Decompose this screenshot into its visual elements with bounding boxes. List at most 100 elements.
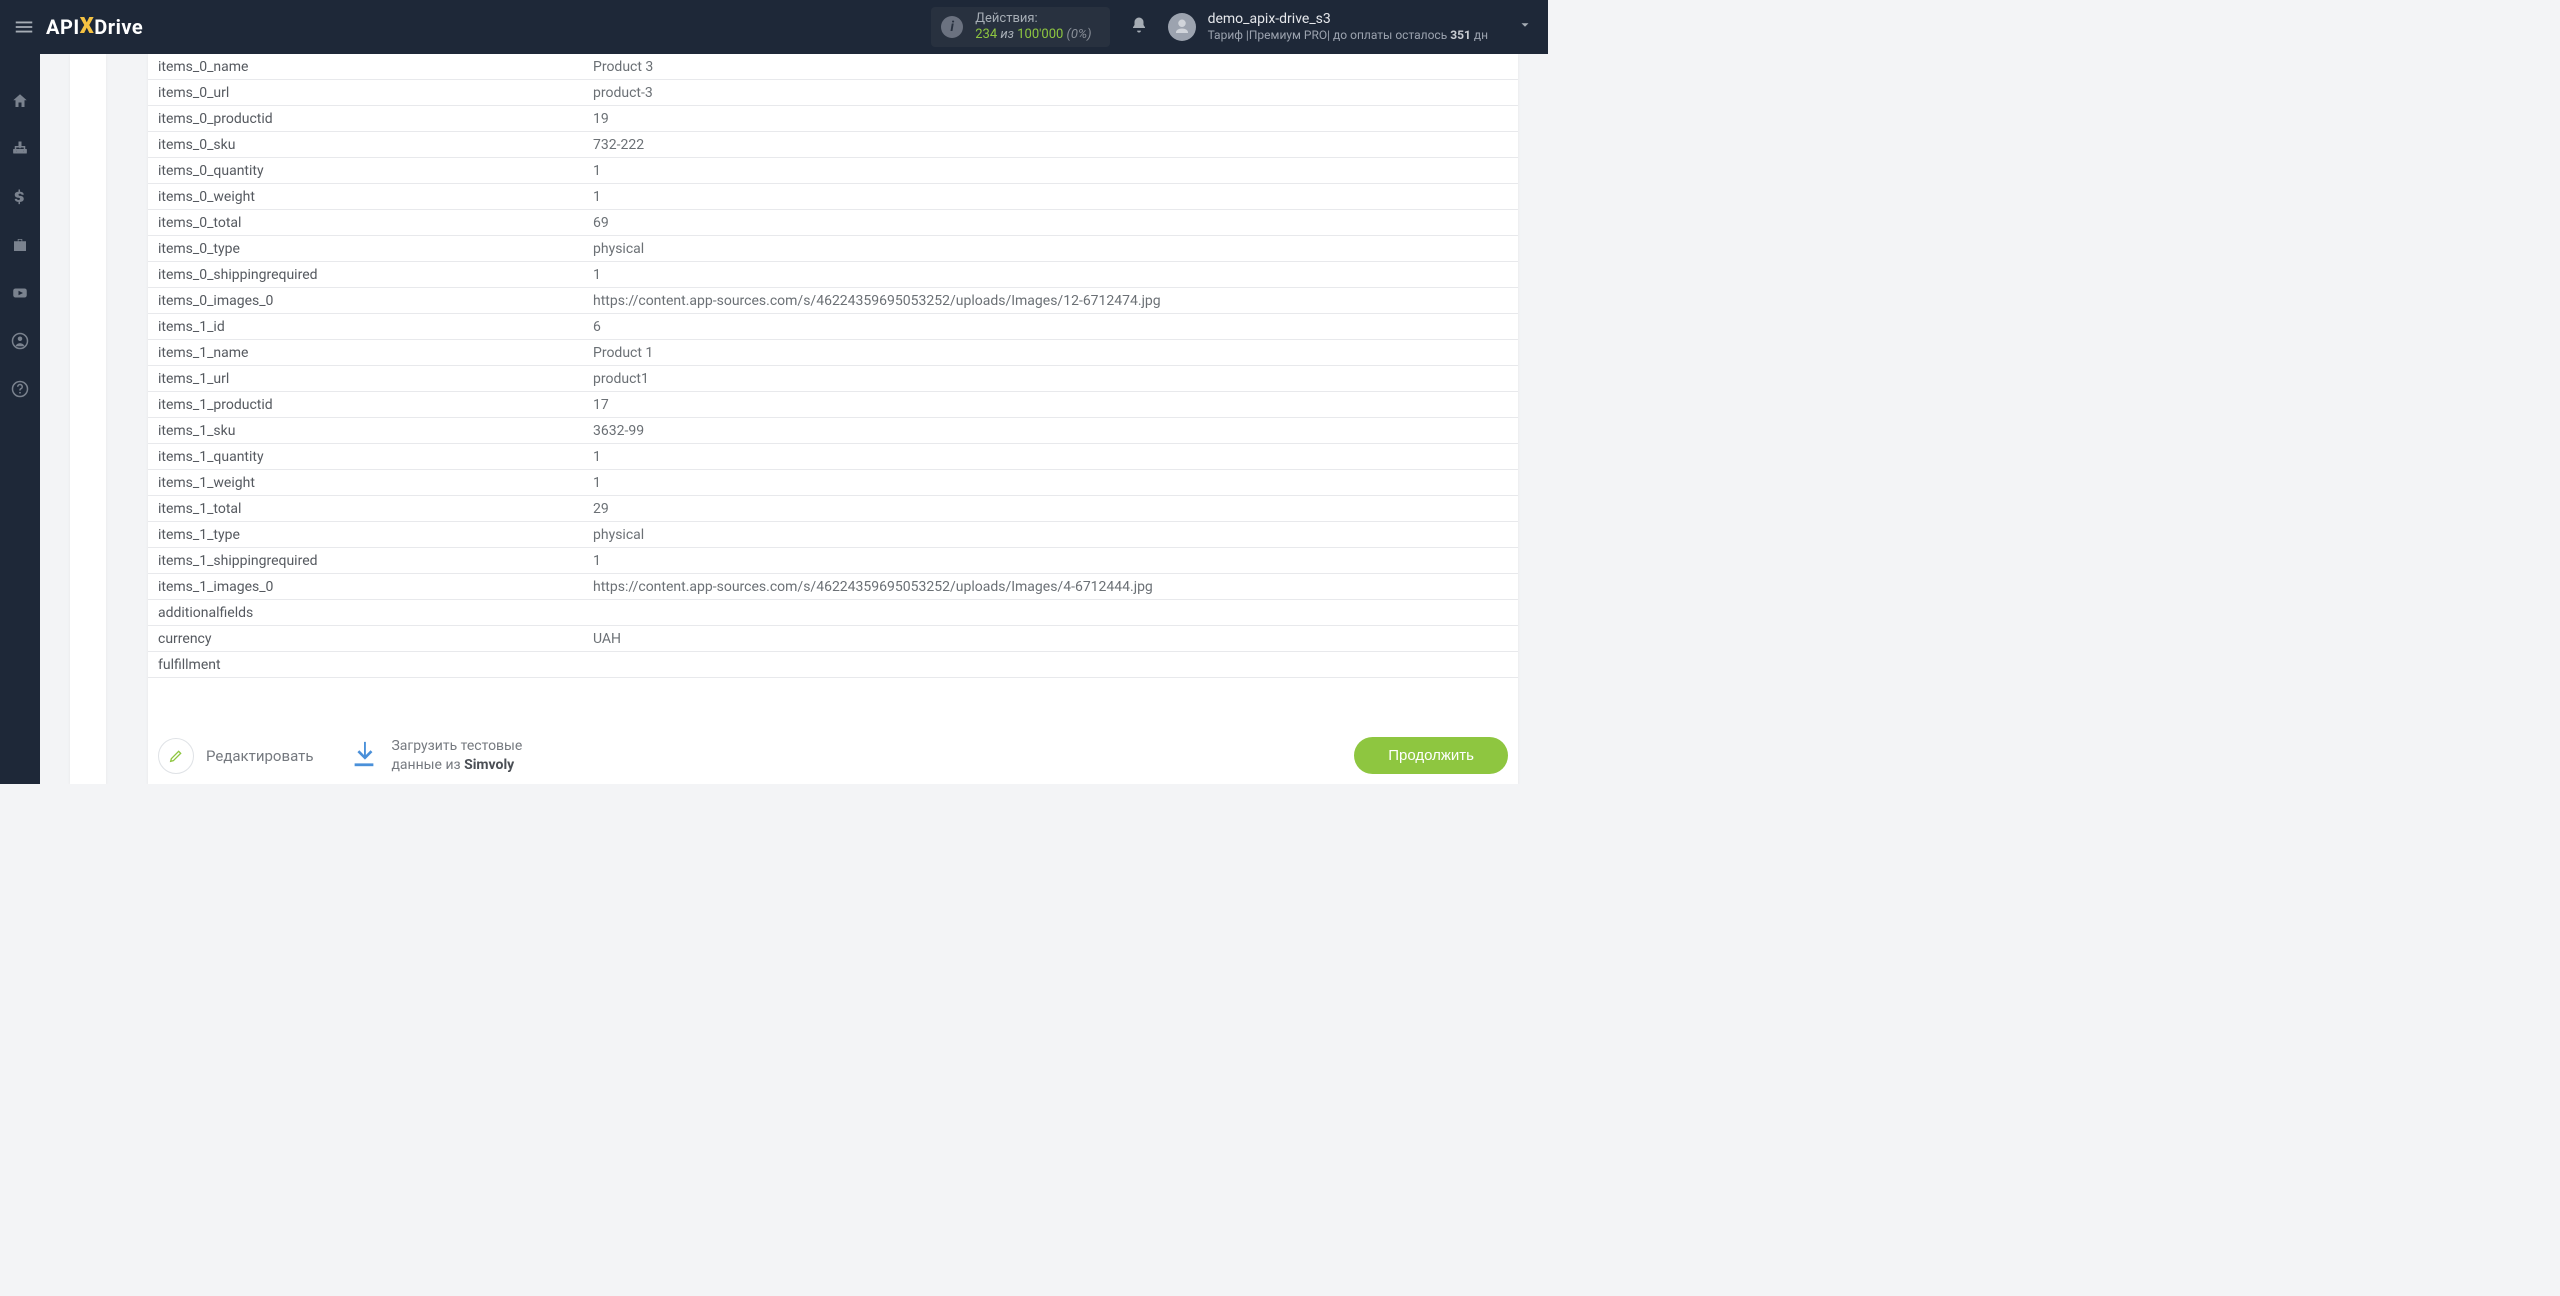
row-value: 29 [583, 497, 1518, 521]
table-row: items_0_sku732-222 [148, 132, 1518, 158]
row-key: items_0_shippingrequired [148, 263, 583, 287]
bell-icon [1130, 15, 1148, 35]
info-icon: i [941, 16, 963, 38]
table-row: items_0_productid19 [148, 106, 1518, 132]
footer-actions: Редактировать Загрузить тестовые [148, 719, 1518, 784]
row-value: Product 1 [583, 341, 1518, 365]
table-row: items_1_total29 [148, 496, 1518, 522]
user-circle-icon [11, 332, 29, 350]
row-value: 1 [583, 549, 1518, 573]
load-text: Загрузить тестовые данные из Simvoly [391, 737, 522, 773]
row-value: 732-222 [583, 133, 1518, 157]
logo-x: X [80, 14, 95, 39]
row-value: 69 [583, 211, 1518, 235]
row-value: product-3 [583, 81, 1518, 105]
row-value: https://content.app-sources.com/s/462243… [583, 575, 1518, 599]
sidebar-item-briefcase[interactable] [0, 232, 40, 258]
row-value: product1 [583, 367, 1518, 391]
table-row: items_1_sku3632-99 [148, 418, 1518, 444]
sidebar-item-home[interactable] [0, 88, 40, 114]
user-icon [1173, 18, 1191, 36]
sidebar-item-help[interactable] [0, 376, 40, 402]
table-row: items_1_nameProduct 1 [148, 340, 1518, 366]
row-key: items_1_quantity [148, 445, 583, 469]
user-name: demo_apix-drive_s3 [1208, 11, 1488, 29]
load-test-data-button[interactable]: Загрузить тестовые данные из Simvoly [349, 737, 522, 773]
row-key: items_1_images_0 [148, 575, 583, 599]
row-value: 19 [583, 107, 1518, 131]
download-icon [349, 739, 379, 769]
table-row: currencyUAH [148, 626, 1518, 652]
row-key: items_0_name [148, 55, 583, 79]
header: APIXDrive i Действия: 234 из 100'000 (0%… [0, 0, 1548, 54]
row-value: 6 [583, 315, 1518, 339]
table-row: items_0_quantity1 [148, 158, 1518, 184]
row-key: items_1_id [148, 315, 583, 339]
sidebar-item-connections[interactable] [0, 136, 40, 162]
table-row: items_0_urlproduct-3 [148, 80, 1518, 106]
row-key: items_1_sku [148, 419, 583, 443]
row-value: 1 [583, 445, 1518, 469]
table-row: fulfillment [148, 652, 1518, 678]
table-row: items_0_images_0https://content.app-sour… [148, 288, 1518, 314]
data-table: items_0_nameProduct 3items_0_urlproduct-… [148, 54, 1518, 719]
avatar [1168, 13, 1196, 41]
row-key: items_1_shippingrequired [148, 549, 583, 573]
table-row: items_1_urlproduct1 [148, 366, 1518, 392]
table-row: items_1_id6 [148, 314, 1518, 340]
table-row: items_0_total69 [148, 210, 1518, 236]
continue-button[interactable]: Продолжить [1354, 737, 1508, 774]
row-key: items_0_productid [148, 107, 583, 131]
edit-button[interactable]: Редактировать [158, 738, 313, 774]
left-panel-edge [70, 54, 106, 784]
sidebar-item-video[interactable] [0, 280, 40, 306]
sidebar-item-billing[interactable] [0, 184, 40, 210]
table-row: items_1_images_0https://content.app-sour… [148, 574, 1518, 600]
notifications-button[interactable] [1130, 15, 1148, 39]
row-key: items_0_weight [148, 185, 583, 209]
row-key: items_0_images_0 [148, 289, 583, 313]
row-key: fulfillment [148, 653, 583, 677]
table-row: items_0_nameProduct 3 [148, 54, 1518, 80]
row-value: 17 [583, 393, 1518, 417]
table-row: items_1_typephysical [148, 522, 1518, 548]
actions-value: 234 из 100'000 (0%) [975, 27, 1091, 43]
row-key: items_1_name [148, 341, 583, 365]
row-value: 1 [583, 263, 1518, 287]
row-value: UAH [583, 627, 1518, 651]
edit-label: Редактировать [206, 747, 313, 765]
row-key: additionalfields [148, 601, 583, 625]
table-row: items_1_weight1 [148, 470, 1518, 496]
pencil-icon [168, 748, 184, 764]
logo-drive: Drive [94, 15, 143, 39]
row-key: items_0_sku [148, 133, 583, 157]
actions-counter[interactable]: i Действия: 234 из 100'000 (0%) [931, 7, 1109, 46]
row-key: items_0_type [148, 237, 583, 261]
table-row: items_1_quantity1 [148, 444, 1518, 470]
table-row: items_1_shippingrequired1 [148, 548, 1518, 574]
sidebar [0, 54, 40, 784]
hamburger-icon [13, 16, 35, 38]
row-key: items_1_weight [148, 471, 583, 495]
row-key: items_0_url [148, 81, 583, 105]
row-key: items_1_type [148, 523, 583, 547]
table-row: items_0_weight1 [148, 184, 1518, 210]
briefcase-icon [11, 236, 29, 254]
row-value: https://content.app-sources.com/s/462243… [583, 289, 1518, 313]
sidebar-item-account[interactable] [0, 328, 40, 354]
chevron-down-icon [1518, 18, 1532, 32]
row-key: items_1_productid [148, 393, 583, 417]
logo[interactable]: APIXDrive [46, 15, 143, 40]
row-key: items_1_url [148, 367, 583, 391]
user-menu[interactable]: demo_apix-drive_s3 Тариф |Премиум PRO| д… [1168, 11, 1532, 44]
row-value: physical [583, 523, 1518, 547]
row-key: currency [148, 627, 583, 651]
table-row: additionalfields [148, 600, 1518, 626]
row-value: Product 3 [583, 55, 1518, 79]
user-plan: Тариф |Премиум PRO| до оплаты осталось 3… [1208, 28, 1488, 43]
row-value [583, 609, 1518, 617]
hamburger-menu-button[interactable] [8, 11, 40, 43]
row-value [583, 661, 1518, 669]
user-menu-chevron[interactable] [1518, 18, 1532, 36]
row-value: physical [583, 237, 1518, 261]
